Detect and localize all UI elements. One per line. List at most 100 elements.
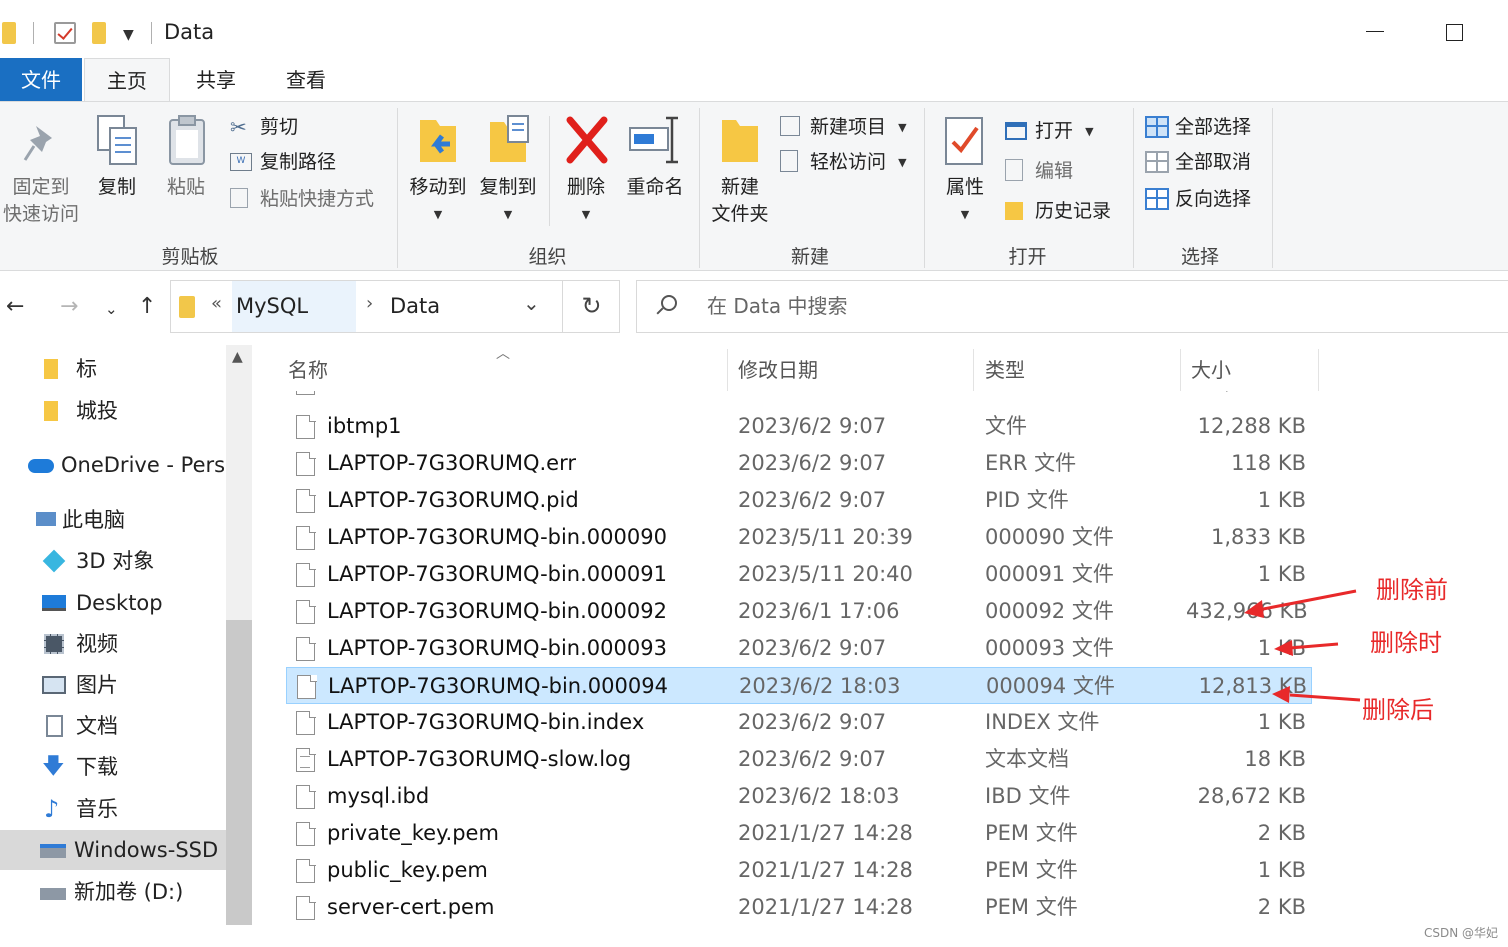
table-row[interactable]: LAPTOP-7G3ORUMQ-bin.000093 2023/6/2 9:07… xyxy=(286,630,1312,667)
recent-locations-chevron-down-icon[interactable]: ⌄ xyxy=(105,300,118,318)
breadcrumb-mysql-server[interactable]: MySQL Se... xyxy=(232,281,356,369)
download-arrow-icon: 🡇 xyxy=(42,754,65,779)
file-date: 2021/1/27 14:28 xyxy=(738,821,913,845)
table-row[interactable]: LAPTOP-7G3ORUMQ-bin.000091 2023/5/11 20:… xyxy=(286,556,1312,593)
scroll-up-chevron-icon[interactable]: ▲ xyxy=(232,349,243,365)
table-row[interactable]: LAPTOP-7G3ORUMQ-slow.log 2023/6/2 9:07 文… xyxy=(286,741,1312,778)
file-icon xyxy=(296,895,316,920)
file-date: 2023/5/11 20:39 xyxy=(738,525,913,549)
nav-item-new-volume-d[interactable]: 新加卷 (D:) xyxy=(40,872,183,912)
table-row-selected[interactable]: LAPTOP-7G3ORUMQ-bin.000094 2023/6/2 18:0… xyxy=(286,667,1312,704)
nav-item-windows-ssd[interactable]: Windows-SSD ( xyxy=(0,830,233,870)
nav-item-onedrive[interactable]: OneDrive - Perso xyxy=(28,445,238,485)
column-header-date[interactable]: 修改日期 xyxy=(738,345,818,391)
edit-button[interactable]: 编辑 xyxy=(1005,156,1073,186)
nav-item-documents[interactable]: 文档 xyxy=(44,706,118,746)
nav-item-pictures[interactable]: 图片 xyxy=(42,665,118,705)
copy-to-label: 复制到 xyxy=(479,176,537,198)
tab-share[interactable]: 共享 xyxy=(176,58,256,102)
cut-button[interactable]: ✂ 剪切 xyxy=(230,112,298,142)
move-to-button[interactable]: 移动到 ▼ xyxy=(404,120,472,228)
address-chevron-down-icon[interactable]: ⌄ xyxy=(523,291,540,315)
nav-item-label: Windows-SSD ( xyxy=(74,838,234,862)
table-row[interactable]: ibtmp1 2023/6/2 9:07 文件 12,288 KB xyxy=(286,408,1312,445)
open-button[interactable]: 打开 ▼ xyxy=(1005,116,1094,146)
easy-access-button[interactable]: 轻松访问 ▼ xyxy=(780,147,907,177)
forward-arrow-icon[interactable]: → xyxy=(60,294,78,319)
nav-item-this-pc[interactable]: 此电脑 xyxy=(36,500,125,540)
group-label-clipboard: 剪贴板 xyxy=(161,246,219,268)
new-folder-button[interactable]: 新建 文件夹 xyxy=(704,120,776,228)
nav-item-music[interactable]: ♪ 音乐 xyxy=(44,789,118,829)
new-item-button[interactable]: 新建项目 ▼ xyxy=(780,112,907,142)
table-row[interactable]: private_key.pem 2021/1/27 14:28 PEM 文件 2… xyxy=(286,815,1312,852)
nav-item-folder-biao[interactable]: 标 xyxy=(44,349,97,389)
annotation-before-delete: 删除前 xyxy=(1376,576,1448,604)
maximize-button[interactable] xyxy=(1446,24,1463,41)
copy-path-icon: W xyxy=(230,153,252,171)
tab-home[interactable]: 主页 xyxy=(84,58,170,102)
table-row[interactable]: mysql.ibd 2023/6/2 18:03 IBD 文件 28,672 K… xyxy=(286,778,1312,815)
column-header-type[interactable]: 类型 xyxy=(985,345,1025,391)
table-row[interactable]: LAPTOP-7G3ORUMQ-bin.000092 2023/6/1 17:0… xyxy=(286,593,1312,630)
table-row[interactable]: LAPTOP-7G3ORUMQ.pid 2023/6/2 9:07 PID 文件… xyxy=(286,482,1312,519)
move-to-chevron-down-icon: ▼ xyxy=(433,208,443,221)
file-icon xyxy=(296,821,316,846)
file-name: LAPTOP-7G3ORUMQ.err xyxy=(327,451,576,475)
column-divider[interactable] xyxy=(973,349,974,391)
up-arrow-icon[interactable]: ↑ xyxy=(138,294,156,319)
paste-shortcut-button[interactable]: 粘贴快捷方式 xyxy=(230,184,374,214)
new-folder-quick-access-icon[interactable] xyxy=(92,22,106,44)
pin-to-quick-access-button[interactable]: 固定到 快速访问 xyxy=(2,120,80,228)
refresh-icon[interactable]: ↻ xyxy=(562,281,620,332)
nav-item-3d-objects[interactable]: 3D 对象 xyxy=(42,541,154,581)
properties-quick-access-icon[interactable] xyxy=(54,22,76,44)
table-row[interactable]: LAPTOP-7G3ORUMQ-bin.000090 2023/5/11 20:… xyxy=(286,519,1312,556)
minimize-button[interactable] xyxy=(1366,31,1384,32)
history-button[interactable]: 历史记录 xyxy=(1005,196,1111,226)
file-name: LAPTOP-7G3ORUMQ-slow.log xyxy=(327,747,632,771)
properties-button[interactable]: 属性 ▼ xyxy=(934,117,996,228)
nav-pane-scrollbar[interactable]: ▲ xyxy=(226,345,252,925)
breadcrumb-data[interactable]: Data xyxy=(390,281,440,332)
nav-item-videos[interactable]: 视频 xyxy=(44,624,118,664)
music-note-icon: ♪ xyxy=(44,795,60,823)
column-divider[interactable] xyxy=(1180,349,1181,391)
folder-icon xyxy=(44,359,58,379)
table-row[interactable]: LAPTOP-7G3ORUMQ.err 2023/6/2 9:07 ERR 文件… xyxy=(286,445,1312,482)
delete-button[interactable]: 删除 ▼ xyxy=(556,116,616,228)
customize-toolbar-chevron-icon[interactable]: ▼ xyxy=(123,27,134,43)
invert-selection-button[interactable]: 反向选择 xyxy=(1145,184,1251,214)
table-row[interactable]: ibdata1 2023/6/2 18:03 文件 12,288 KB xyxy=(286,391,1312,401)
table-row[interactable]: public_key.pem 2021/1/27 14:28 PEM 文件 1 … xyxy=(286,852,1312,889)
tab-view[interactable]: 查看 xyxy=(266,58,346,102)
nav-item-desktop[interactable]: Desktop xyxy=(42,583,163,623)
copy-button[interactable]: 复制 xyxy=(86,115,148,201)
scrollbar-thumb[interactable] xyxy=(226,620,252,925)
nav-item-downloads[interactable]: 🡇 下载 xyxy=(42,747,118,787)
file-date: 2023/5/11 20:40 xyxy=(738,562,913,586)
select-all-button[interactable]: 全部选择 xyxy=(1145,112,1251,142)
rename-button[interactable]: 重命名 xyxy=(620,116,690,201)
column-divider[interactable] xyxy=(1318,349,1319,391)
open-icon xyxy=(1005,122,1027,140)
column-divider[interactable] xyxy=(727,349,728,391)
search-box[interactable]: 在 Data 中搜索 xyxy=(636,280,1508,333)
table-row[interactable]: server-cert.pem 2021/1/27 14:28 PEM 文件 2… xyxy=(286,889,1312,925)
address-overflow[interactable]: « xyxy=(211,293,222,314)
nav-item-folder-chengtou[interactable]: 城投 xyxy=(44,391,118,431)
new-folder-label-line2: 文件夹 xyxy=(711,203,769,225)
paste-button[interactable]: 粘贴 xyxy=(156,115,216,201)
column-header-size[interactable]: 大小 xyxy=(1191,345,1231,391)
tab-file[interactable]: 文件 xyxy=(0,58,82,102)
back-arrow-icon[interactable]: ← xyxy=(6,294,24,319)
breadcrumb-separator[interactable]: › xyxy=(366,293,373,314)
copy-to-button[interactable]: 复制到 ▼ xyxy=(474,115,542,228)
address-bar[interactable]: « MySQL Se... › Data ⌄ ↻ xyxy=(170,280,620,369)
copy-path-button[interactable]: W 复制路径 xyxy=(230,147,336,177)
select-none-button[interactable]: 全部取消 xyxy=(1145,147,1251,177)
table-row[interactable]: LAPTOP-7G3ORUMQ-bin.index 2023/6/2 9:07 … xyxy=(286,704,1312,741)
column-header-name[interactable]: 名称 xyxy=(288,345,328,391)
pin-icon xyxy=(23,126,52,161)
sort-caret-up-icon: ︿ xyxy=(496,346,510,362)
